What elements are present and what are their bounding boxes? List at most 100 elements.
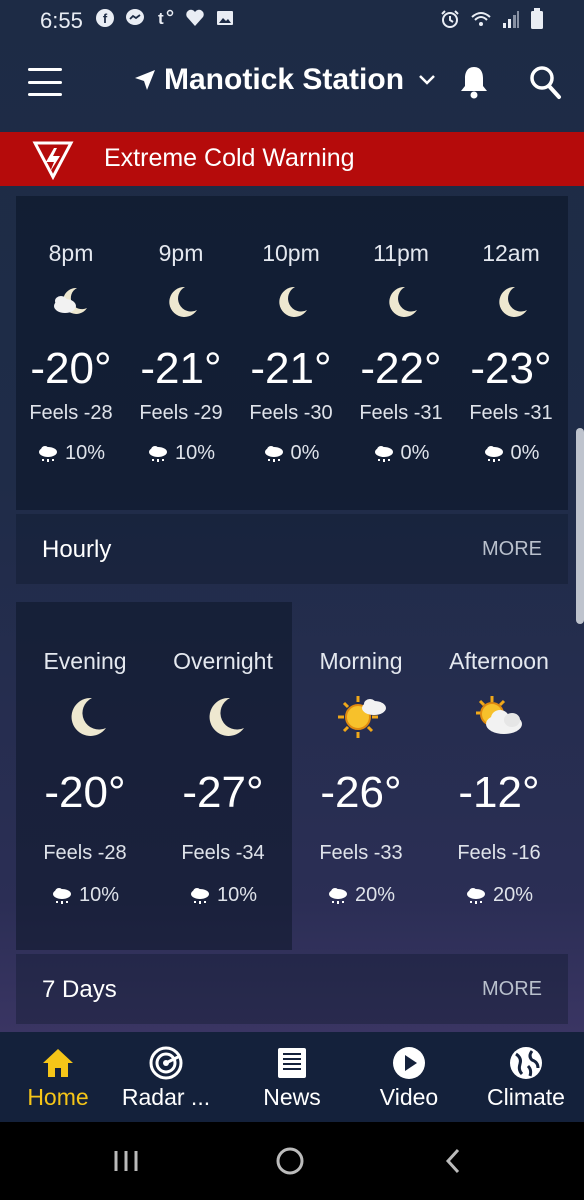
menu-icon[interactable] <box>28 68 62 96</box>
hour-time: 11pm <box>373 240 429 266</box>
nav-news[interactable]: News <box>234 1032 350 1122</box>
hour-temp: -20° <box>30 344 112 393</box>
hour-item[interactable]: 10pm -21° Feels -30 0% <box>236 196 346 510</box>
hour-pop: 10% <box>64 442 106 464</box>
hour-item[interactable]: 9pm -21° Feels -29 10% <box>126 196 236 510</box>
hour-feels: Feels -31 <box>359 402 443 424</box>
rain-cloud-icon <box>328 887 347 904</box>
hourly-section-header: Hourly MORE <box>16 514 568 584</box>
moon-icon <box>389 286 417 317</box>
radar-icon <box>149 1046 183 1080</box>
rain-cloud-icon <box>466 887 485 904</box>
svg-text:f: f <box>103 11 108 26</box>
home-circle-icon[interactable] <box>270 1146 310 1176</box>
section-title-7-days: 7 Days <box>42 976 117 1003</box>
notification-icons: f t <box>95 8 235 34</box>
period-item[interactable]: Morning -26° Feels -33 20% <box>292 602 430 950</box>
period-pop: 20% <box>492 884 534 906</box>
rain-cloud-icon <box>190 887 209 904</box>
hour-pop: 0% <box>290 442 320 464</box>
nav-video[interactable]: Video <box>351 1032 467 1122</box>
home-icon <box>43 1049 73 1077</box>
moon-icon <box>279 286 307 317</box>
hourly-more-button[interactable]: MORE <box>482 538 542 561</box>
rain-cloud-icon <box>38 445 57 462</box>
nav-climate-label: Climate <box>487 1084 565 1110</box>
globe-icon <box>510 1047 542 1079</box>
messenger-icon <box>125 8 145 34</box>
moon-icon <box>499 286 527 317</box>
facebook-icon: f <box>95 8 115 34</box>
svg-text:t: t <box>158 9 164 28</box>
system-navigation-bar <box>0 1122 584 1200</box>
play-icon <box>393 1047 425 1079</box>
signal-icon <box>502 9 520 34</box>
bottom-navigation: Home Radar ... News Video Climate <box>0 1032 584 1122</box>
tumblr-icon: t <box>155 8 175 34</box>
hour-feels: Feels -28 <box>29 402 113 424</box>
battery-icon <box>530 7 544 35</box>
period-item[interactable]: Overnight -27° Feels -34 10% <box>154 602 292 950</box>
nav-video-label: Video <box>379 1084 439 1110</box>
hour-feels: Feels -30 <box>249 402 333 424</box>
hour-precip: 10% <box>126 442 236 465</box>
period-feels: Feels -16 <box>457 842 541 864</box>
hour-feels: Feels -29 <box>139 402 223 424</box>
hour-precip: 10% <box>16 442 126 465</box>
rain-cloud-icon <box>52 887 71 904</box>
news-icon <box>278 1048 306 1078</box>
bell-icon[interactable] <box>458 64 490 100</box>
period-temp: -12° <box>458 768 540 817</box>
period-feels: Feels -33 <box>319 842 403 864</box>
period-temp: -26° <box>320 768 402 817</box>
rain-cloud-icon <box>264 445 283 462</box>
period-item[interactable]: Evening -20° Feels -28 10% <box>16 602 154 950</box>
nav-radar-label: Radar ... <box>121 1084 211 1110</box>
hour-precip: 0% <box>236 442 346 465</box>
section-title-hourly: Hourly <box>42 536 112 563</box>
alarm-icon <box>440 9 460 34</box>
hour-time: 8pm <box>48 240 94 266</box>
scrollbar[interactable] <box>576 428 584 624</box>
hour-item[interactable]: 8pm -20° Feels -28 10% <box>16 196 126 510</box>
period-item[interactable]: Afternoon -12° Feels -16 20% <box>430 602 568 950</box>
hour-precip: 0% <box>456 442 566 465</box>
location-arrow-icon <box>135 70 155 90</box>
system-status-icons <box>440 7 544 35</box>
search-icon[interactable] <box>528 64 562 100</box>
warning-icon <box>32 138 74 181</box>
location-selector[interactable]: Manotick Station <box>134 60 436 100</box>
hour-time: 9pm <box>158 240 204 266</box>
nav-home[interactable]: Home <box>0 1032 116 1122</box>
hour-pop: 0% <box>400 442 430 464</box>
nav-climate[interactable]: Climate <box>468 1032 584 1122</box>
period-pop: 20% <box>354 884 396 906</box>
period-forecast[interactable]: Evening -20° Feels -28 10% Overnight -27… <box>16 602 568 950</box>
period-label: Overnight <box>173 648 273 674</box>
seven-days-more-button[interactable]: MORE <box>482 978 542 1001</box>
status-time: 6:55 <box>40 8 83 33</box>
rain-cloud-icon <box>484 445 503 462</box>
rain-cloud-icon <box>374 445 393 462</box>
period-label: Evening <box>43 648 127 674</box>
hour-temp: -22° <box>360 344 442 393</box>
weather-warning-banner[interactable]: Extreme Cold Warning <box>0 132 584 186</box>
moon-icon <box>71 697 106 736</box>
hour-item[interactable]: 11pm -22° Feels -31 0% <box>346 196 456 510</box>
hour-temp: -23° <box>470 344 552 393</box>
nav-news-label: News <box>263 1084 321 1110</box>
hourly-forecast[interactable]: 8pm -20° Feels -28 10% 9pm -21° Feels -2… <box>16 196 568 510</box>
period-temp: -20° <box>44 768 126 817</box>
hour-temp: -21° <box>250 344 332 393</box>
period-precip: 10% <box>154 884 292 907</box>
hour-precip: 0% <box>346 442 456 465</box>
period-pop: 10% <box>216 884 258 906</box>
recents-icon[interactable] <box>106 1146 146 1176</box>
hour-item[interactable]: 12am -23° Feels -31 0% <box>456 196 566 510</box>
period-precip: 20% <box>430 884 568 907</box>
app-header: Manotick Station <box>0 42 584 128</box>
back-icon[interactable] <box>434 1146 474 1176</box>
period-feels: Feels -28 <box>43 842 127 864</box>
location-name: Manotick Station <box>164 63 405 96</box>
nav-radar[interactable]: Radar ... <box>108 1032 224 1122</box>
